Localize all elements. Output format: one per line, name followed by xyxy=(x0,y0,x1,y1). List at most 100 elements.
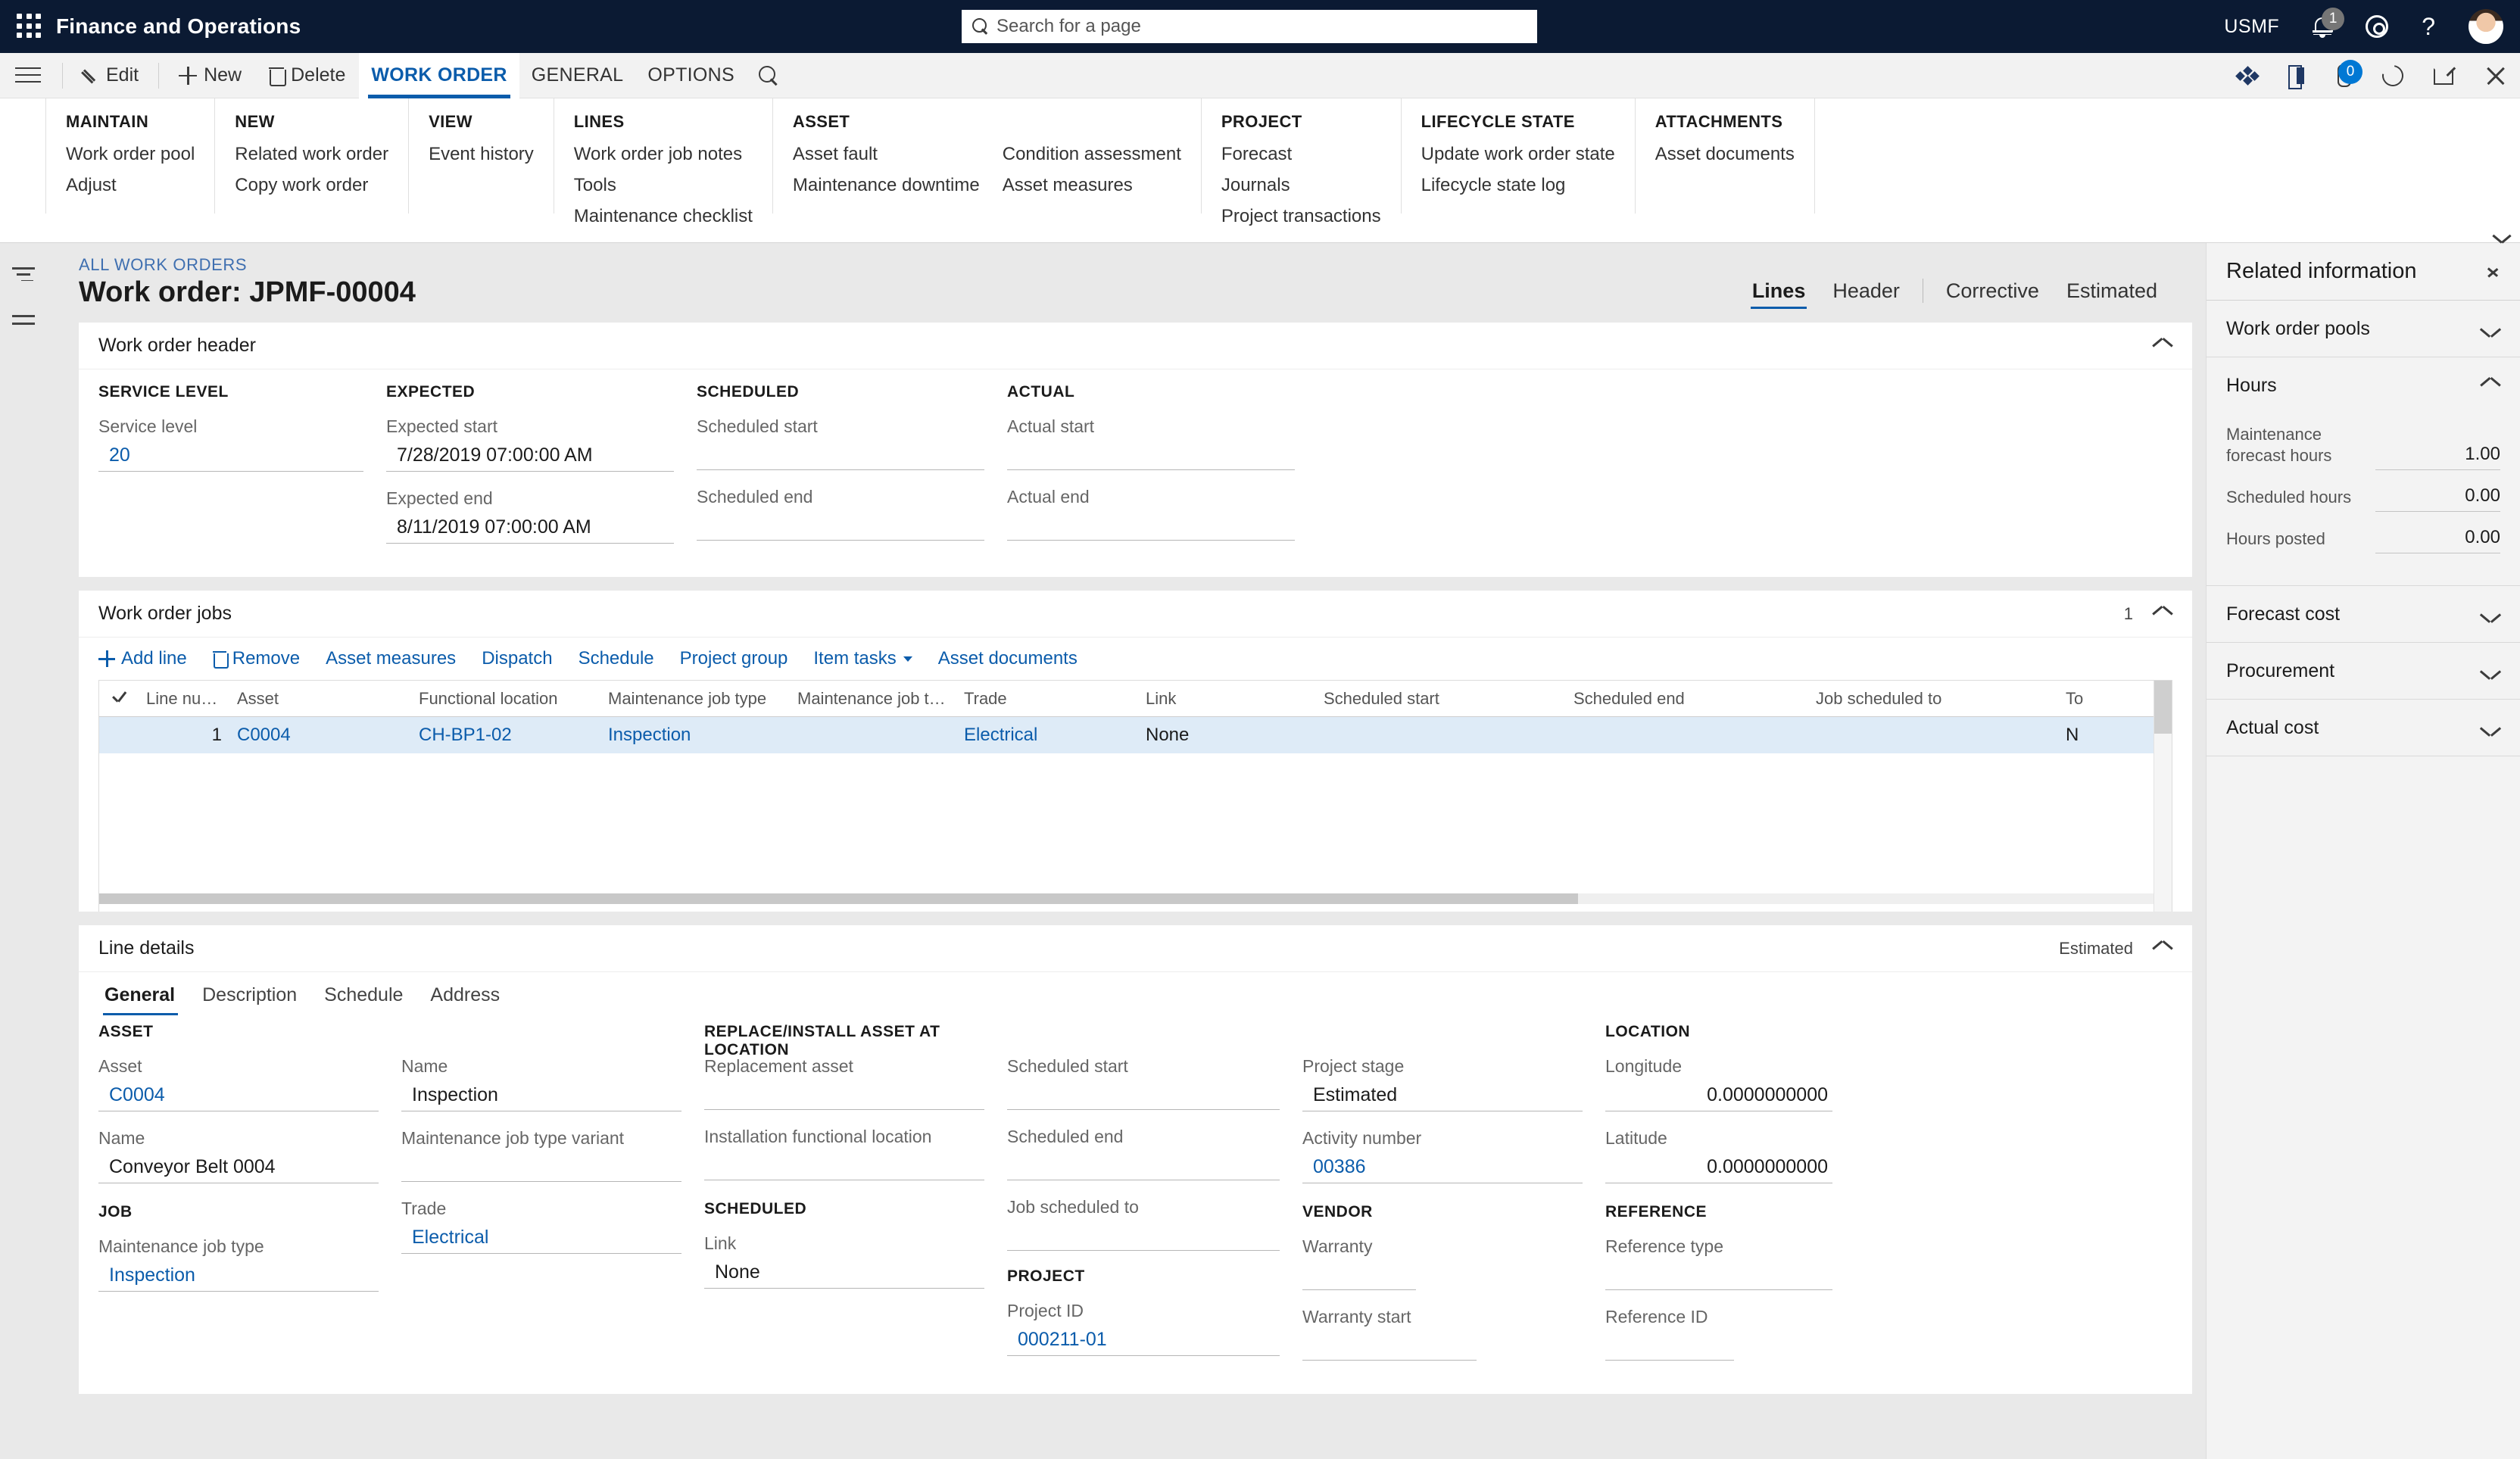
ribbon-item-event-history[interactable]: Event history xyxy=(429,144,534,165)
field-value-reference-type[interactable] xyxy=(1605,1261,1832,1290)
cell-maintenance-job-type[interactable]: Inspection xyxy=(600,725,790,746)
new-button[interactable]: New xyxy=(165,53,255,98)
tab-description[interactable]: Description xyxy=(189,984,310,1015)
field-value-line-scheduled-end[interactable] xyxy=(1007,1152,1280,1180)
field-value-activity-number[interactable]: 00386 xyxy=(1302,1153,1583,1183)
ribbon-item-adjust[interactable]: Adjust xyxy=(66,175,195,196)
relationships-icon[interactable] xyxy=(2235,66,2260,86)
field-value-longitude[interactable]: 0.0000000000 xyxy=(1605,1081,1832,1111)
app-launcher-icon[interactable] xyxy=(17,14,42,39)
field-value-link[interactable]: None xyxy=(704,1258,984,1289)
tab-address[interactable]: Address xyxy=(416,984,513,1015)
field-value-expected-end[interactable]: 8/11/2019 07:00:00 AM xyxy=(386,513,674,544)
select-all-checkbox[interactable] xyxy=(99,691,139,706)
field-value-actual-end[interactable] xyxy=(1007,512,1295,541)
tab-schedule[interactable]: Schedule xyxy=(310,984,416,1015)
field-value-line-scheduled-start[interactable] xyxy=(1007,1081,1280,1110)
field-value-expected-start[interactable]: 7/28/2019 07:00:00 AM xyxy=(386,441,674,472)
cell-trade[interactable]: Electrical xyxy=(956,725,1138,746)
popout-icon[interactable] xyxy=(2434,67,2455,85)
fact-section-header[interactable]: Hours xyxy=(2207,357,2520,413)
ribbon-item-maintenance-downtime[interactable]: Maintenance downtime xyxy=(793,175,980,196)
tab-general[interactable]: GENERAL xyxy=(519,53,636,98)
chevron-right-icon[interactable] xyxy=(2488,262,2500,282)
tab-general[interactable]: General xyxy=(98,984,189,1015)
action-pane-search-icon[interactable] xyxy=(757,64,780,87)
column-header-trade[interactable]: Trade xyxy=(956,689,1138,709)
delete-button[interactable]: Delete xyxy=(255,53,359,98)
chevron-up-icon[interactable] xyxy=(2481,380,2500,391)
company-selector[interactable]: USMF xyxy=(2224,16,2279,38)
column-header-job-scheduled-to[interactable]: Job scheduled to xyxy=(1808,689,2058,709)
ribbon-item-journals[interactable]: Journals xyxy=(1221,175,1381,196)
settings-button[interactable] xyxy=(2366,15,2389,38)
panel-header[interactable]: Work order jobs 1 xyxy=(79,591,2192,638)
field-value-maintenance-job-type[interactable]: Inspection xyxy=(98,1261,379,1292)
panel-header[interactable]: Work order header xyxy=(79,323,2192,369)
ribbon-item-project-transactions[interactable]: Project transactions xyxy=(1221,206,1381,227)
global-search-input[interactable]: Search for a page xyxy=(962,10,1537,43)
dispatch-button[interactable]: Dispatch xyxy=(482,648,552,669)
field-value-job-name[interactable]: Inspection xyxy=(401,1081,681,1111)
column-header-maintenance-job-type-variant[interactable]: Maintenance job type varia... xyxy=(790,689,956,709)
ribbon-item-tools[interactable]: Tools xyxy=(574,175,753,196)
cell-asset[interactable]: C0004 xyxy=(229,725,411,746)
close-icon[interactable] xyxy=(2485,65,2506,86)
field-value-warranty-start[interactable] xyxy=(1302,1332,1477,1361)
office-icon[interactable] xyxy=(2288,65,2305,89)
ribbon-item-forecast[interactable]: Forecast xyxy=(1221,144,1381,165)
attachments-icon[interactable]: 0 xyxy=(2335,60,2362,87)
view-tab-header[interactable]: Header xyxy=(1819,279,1913,309)
chevron-down-icon[interactable] xyxy=(2481,722,2500,733)
ribbon-item-asset-fault[interactable]: Asset fault xyxy=(793,144,980,165)
field-value-project-id[interactable]: 000211-01 xyxy=(1007,1326,1280,1356)
ribbon-item-asset-documents[interactable]: Asset documents xyxy=(1655,144,1795,165)
list-lines-icon[interactable] xyxy=(12,311,35,331)
chevron-up-icon[interactable] xyxy=(2153,943,2172,954)
column-header-asset[interactable]: Asset xyxy=(229,689,411,709)
column-header-functional-location[interactable]: Functional location xyxy=(411,689,600,709)
field-value-maintenance-job-type-variant[interactable] xyxy=(401,1153,681,1182)
ribbon-item-copy-work-order[interactable]: Copy work order xyxy=(235,175,388,196)
cell-functional-location[interactable]: CH-BP1-02 xyxy=(411,725,600,746)
remove-button[interactable]: Remove xyxy=(212,648,300,669)
field-value-asset-name[interactable]: Conveyor Belt 0004 xyxy=(98,1153,379,1183)
field-value-line-job-scheduled-to[interactable] xyxy=(1007,1222,1280,1251)
field-value-scheduled-end[interactable] xyxy=(697,512,984,541)
hamburger-menu-icon[interactable] xyxy=(15,66,41,86)
refresh-icon[interactable] xyxy=(2378,61,2408,91)
avatar[interactable] xyxy=(2469,9,2503,44)
table-row[interactable]: 1 C0004 CH-BP1-02 Inspection Electrical … xyxy=(99,717,2172,753)
field-value-service-level[interactable]: 20 xyxy=(98,441,363,472)
field-value-scheduled-start[interactable] xyxy=(697,441,984,470)
grid-vertical-scrollbar[interactable] xyxy=(2154,681,2172,912)
ribbon-item-work-order-pool[interactable]: Work order pool xyxy=(66,144,195,165)
chevron-down-icon[interactable] xyxy=(2481,323,2500,334)
fact-section-header[interactable]: Forecast cost xyxy=(2207,586,2520,642)
fact-section-header[interactable]: Actual cost xyxy=(2207,700,2520,756)
edit-button[interactable]: Edit xyxy=(69,53,152,98)
ribbon-item-related-work-order[interactable]: Related work order xyxy=(235,144,388,165)
schedule-button[interactable]: Schedule xyxy=(579,648,654,669)
grid-horizontal-scrollbar[interactable] xyxy=(99,893,2154,904)
field-value-installation-functional-location[interactable] xyxy=(704,1152,984,1180)
field-value-actual-start[interactable] xyxy=(1007,441,1295,470)
tab-options[interactable]: OPTIONS xyxy=(635,53,747,98)
view-tab-corrective[interactable]: Corrective xyxy=(1932,279,2053,309)
ribbon-item-asset-measures[interactable]: Asset measures xyxy=(1003,175,1181,196)
field-value-asset[interactable]: C0004 xyxy=(98,1081,379,1111)
project-group-button[interactable]: Project group xyxy=(680,648,788,669)
fact-section-header[interactable]: Work order pools xyxy=(2207,301,2520,357)
item-tasks-button[interactable]: Item tasks xyxy=(813,648,912,669)
field-value-warranty[interactable] xyxy=(1302,1261,1416,1290)
chevron-down-icon[interactable] xyxy=(2481,666,2500,676)
column-header-maintenance-job-type[interactable]: Maintenance job type xyxy=(600,689,790,709)
view-tab-lines[interactable]: Lines xyxy=(1739,279,1820,309)
help-button[interactable]: ? xyxy=(2422,13,2435,41)
column-header-line-number[interactable]: Line number xyxy=(139,689,229,709)
chevron-up-icon[interactable] xyxy=(2153,609,2172,619)
asset-measures-button[interactable]: Asset measures xyxy=(326,648,456,669)
ribbon-item-maintenance-checklist[interactable]: Maintenance checklist xyxy=(574,206,753,227)
add-line-button[interactable]: Add line xyxy=(98,648,187,669)
field-value-project-stage[interactable]: Estimated xyxy=(1302,1081,1583,1111)
